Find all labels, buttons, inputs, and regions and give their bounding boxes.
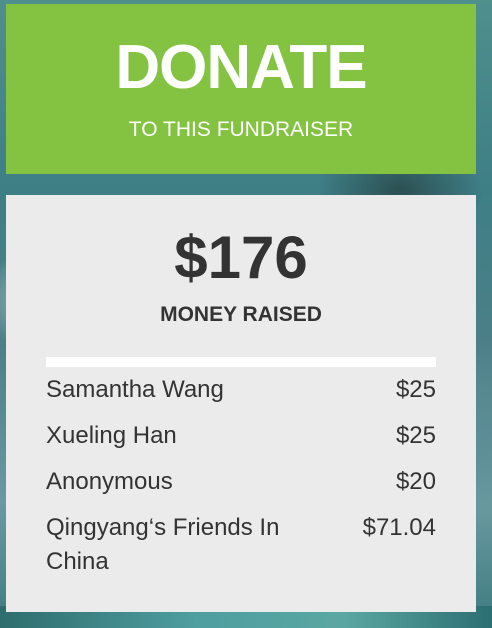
donate-button[interactable]: DONATE TO THIS FUNDRAISER: [6, 4, 476, 174]
donor-amount: $71.04: [362, 514, 436, 541]
donor-row: Qingyang‘s Friends In China $71.04: [46, 511, 436, 579]
donor-amount: $25: [395, 376, 436, 403]
donate-title: DONATE: [115, 33, 367, 102]
donor-row: Samantha Wang $25: [46, 373, 436, 407]
fundraiser-stats-card: $176 MONEY RAISED Samantha Wang $25 Xuel…: [6, 195, 476, 612]
donor-name: Samantha Wang: [46, 376, 224, 403]
donor-name: Anonymous: [46, 468, 173, 495]
divider: [46, 357, 436, 367]
money-raised-label: MONEY RAISED: [160, 303, 322, 326]
donor-row: Xueling Han $25: [46, 419, 436, 453]
donor-name: Qingyang‘s Friends In China: [46, 514, 280, 575]
donor-name: Xueling Han: [46, 422, 177, 449]
donate-subtitle: TO THIS FUNDRAISER: [128, 118, 354, 141]
donor-amount: $20: [395, 468, 436, 495]
donor-amount: $25: [395, 422, 436, 449]
donor-list: Samantha Wang $25 Xueling Han $25 Anonym…: [46, 373, 436, 591]
donor-row: Anonymous $20: [46, 465, 436, 499]
money-raised-amount: $176: [174, 224, 308, 291]
